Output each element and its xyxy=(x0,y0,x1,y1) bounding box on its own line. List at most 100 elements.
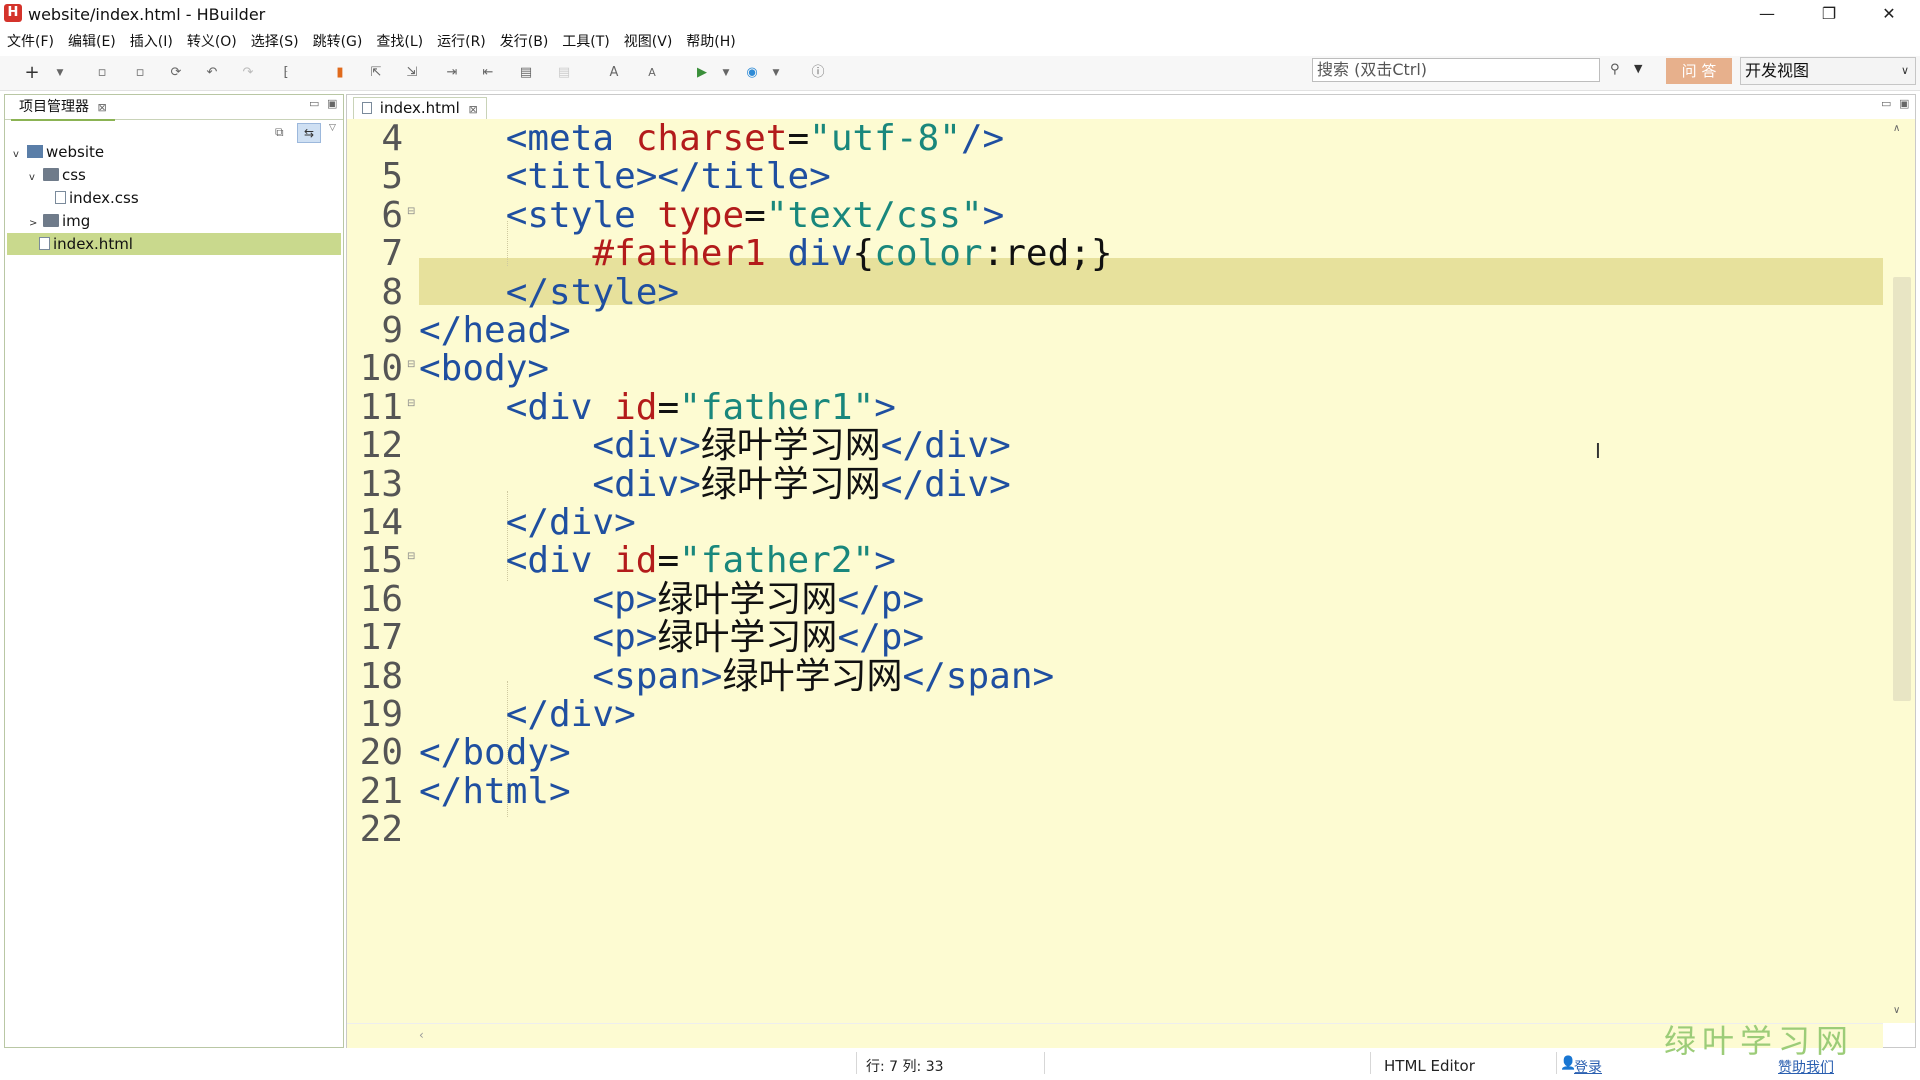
window-title: website/index.html - HBuilder xyxy=(28,5,266,24)
fold-toggle-icon[interactable]: ⊟ xyxy=(407,552,415,562)
redo-icon[interactable]: ↷ xyxy=(240,65,256,81)
divider xyxy=(1556,1052,1557,1074)
tree-item-css[interactable]: v css xyxy=(7,164,341,186)
login-link[interactable]: 登录 xyxy=(1574,1057,1602,1077)
scroll-left-icon[interactable]: ‹ xyxy=(419,1028,424,1042)
maximize-view-icon[interactable]: ▣ xyxy=(1899,97,1909,110)
search-dropdown-icon[interactable]: ▼ xyxy=(1634,62,1642,75)
code-token: "utf-8" xyxy=(809,119,961,159)
menu-item[interactable]: 运行(R) xyxy=(437,31,486,51)
scroll-up-icon[interactable]: ∧ xyxy=(1893,123,1900,134)
outdent-icon[interactable]: ⇤ xyxy=(480,65,496,81)
status-bar: 行: 7 列: 33 HTML Editor 👤 登录 赞助我们 xyxy=(0,1048,1920,1080)
minimize-button[interactable]: — xyxy=(1744,2,1790,26)
format-icon[interactable]: ⁅ xyxy=(278,65,294,81)
menu-item[interactable]: 文件(F) xyxy=(7,31,54,51)
close-icon[interactable]: ⊠ xyxy=(97,101,106,114)
link-editor-icon[interactable]: ⇆ xyxy=(297,123,321,143)
code-token: > xyxy=(982,194,1005,236)
menu-item[interactable]: 工具(T) xyxy=(562,31,609,51)
run-dropdown-icon[interactable]: ▼ xyxy=(718,65,734,81)
font-increase-icon[interactable]: A xyxy=(606,65,622,81)
refresh-icon[interactable]: ⟳ xyxy=(168,65,184,81)
fold-toggle-icon[interactable]: ⊟ xyxy=(407,206,415,217)
text-cursor-icon: I xyxy=(1595,439,1601,463)
save-icon[interactable]: ▫ xyxy=(94,65,110,81)
code-line: 22 xyxy=(347,811,1883,849)
menu-item[interactable]: 插入(I) xyxy=(130,31,173,51)
fold-toggle-icon[interactable]: ⊟ xyxy=(407,398,415,409)
ask-button[interactable]: 问 答 xyxy=(1666,58,1732,84)
code-token: </head> xyxy=(419,310,571,351)
tree-item-img[interactable]: > img xyxy=(7,210,341,232)
new-file-icon[interactable]: + xyxy=(24,64,40,82)
line-number: 22 xyxy=(359,809,403,851)
run-icon[interactable]: ▶ xyxy=(694,65,710,81)
menu-item[interactable]: 转义(O) xyxy=(187,31,237,51)
new-dropdown-icon[interactable]: ▼ xyxy=(52,65,68,81)
vertical-scroll-thumb[interactable] xyxy=(1893,277,1911,701)
fold-toggle-icon[interactable]: ⊟ xyxy=(407,360,415,370)
close-button[interactable]: ✕ xyxy=(1866,2,1912,26)
code-line: 18 <span>绿叶学习网</span> xyxy=(347,655,1883,697)
code-line: 5 <title></title> xyxy=(347,158,1883,196)
code-token: </style> xyxy=(505,271,680,313)
prev-bookmark-icon[interactable]: ⇱ xyxy=(368,65,384,81)
code-token: 绿叶学习网 xyxy=(722,655,903,697)
menu-item[interactable]: 发行(B) xyxy=(500,31,549,51)
info-icon[interactable]: ⓘ xyxy=(810,65,826,81)
next-bookmark-icon[interactable]: ⇲ xyxy=(404,65,420,81)
browser-dropdown-icon[interactable]: ▼ xyxy=(768,65,784,81)
search-input[interactable]: 搜索 (双击Ctrl) xyxy=(1312,58,1600,82)
comment-icon[interactable]: ▤ xyxy=(518,65,534,81)
code-line: 20 </body> xyxy=(347,734,1883,772)
menu-item[interactable]: 帮助(H) xyxy=(686,31,735,51)
view-select[interactable]: 开发视图 ∨ xyxy=(1740,57,1916,85)
code-line: 14 </div> xyxy=(347,504,1883,542)
search-icon[interactable]: ⚲ xyxy=(1610,62,1620,77)
maximize-view-icon[interactable]: ▣ xyxy=(327,97,337,110)
font-decrease-icon[interactable]: A xyxy=(644,65,660,81)
tree-item-index-css[interactable]: index.css xyxy=(7,187,341,209)
explorer-tab[interactable]: 项目管理器 ⊠ xyxy=(11,97,115,121)
line-number: 14 xyxy=(359,502,403,543)
close-icon[interactable]: ⊠ xyxy=(469,103,478,116)
tree-item-index-html[interactable]: index.html xyxy=(7,233,341,255)
line-number: 8 xyxy=(381,271,403,313)
minimize-view-icon[interactable]: ▭ xyxy=(309,97,319,110)
code-token: = xyxy=(744,194,766,236)
scroll-down-icon[interactable]: ∨ xyxy=(1893,1005,1900,1016)
code-token: 绿叶学习网 xyxy=(700,463,881,505)
chevron-down-icon[interactable]: v xyxy=(29,167,43,189)
tree-item-website[interactable]: v website xyxy=(7,141,341,163)
indent-icon[interactable]: ⇥ xyxy=(444,65,460,81)
browser-icon[interactable]: ◉ xyxy=(744,65,760,81)
menu-item[interactable]: 视图(V) xyxy=(624,31,673,51)
menu-item[interactable]: 查找(L) xyxy=(376,31,423,51)
bookmark-icon[interactable]: ▮ xyxy=(332,65,348,81)
view-menu-icon[interactable]: ▽ xyxy=(329,123,336,133)
menu-item[interactable]: 选择(S) xyxy=(251,31,299,51)
collapse-all-icon[interactable]: ⧉ xyxy=(275,125,284,140)
chevron-down-icon[interactable]: v xyxy=(13,144,27,166)
code-area[interactable]: 4 <meta charset="utf-8"/> 5 <title></titl… xyxy=(347,119,1883,1023)
code-token: <title></title> xyxy=(505,156,831,198)
code-token: 绿叶学习网 xyxy=(657,617,838,659)
code-token: <p> xyxy=(592,617,658,659)
menu-item[interactable]: 编辑(E) xyxy=(68,31,116,51)
undo-icon[interactable]: ↶ xyxy=(204,65,220,81)
tree-item-label: website xyxy=(46,143,105,161)
minimize-view-icon[interactable]: ▭ xyxy=(1881,97,1891,110)
menu-item[interactable]: 跳转(G) xyxy=(313,31,363,51)
horizontal-scrollbar[interactable]: ‹ xyxy=(347,1023,1883,1048)
editor-tab-index-html[interactable]: index.html ⊠ xyxy=(353,97,487,120)
uncomment-icon[interactable]: ▤ xyxy=(556,65,572,81)
code-line: 12 <div>绿叶学习网</div> xyxy=(347,427,1883,465)
code-line: 10 ⊟ <body> xyxy=(347,350,1883,388)
chevron-right-icon[interactable]: > xyxy=(29,213,43,235)
save-all-icon[interactable]: ▫ xyxy=(132,65,148,81)
restore-button[interactable]: ❐ xyxy=(1806,2,1852,26)
code-token: <div xyxy=(505,386,615,428)
